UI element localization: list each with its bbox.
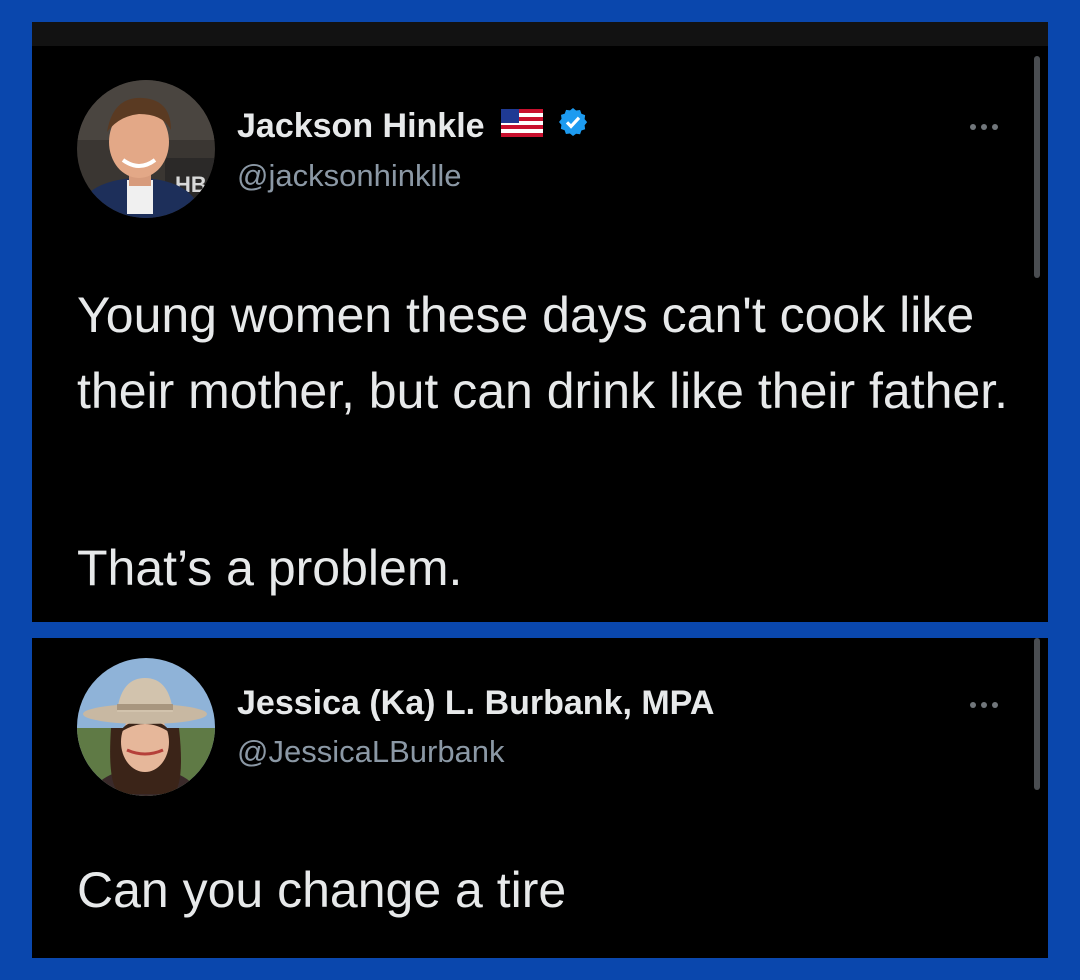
more-options-icon[interactable]	[970, 702, 998, 708]
author-name-text[interactable]: Jessica (Ka) L. Burbank, MPA	[237, 684, 714, 723]
author-name[interactable]: Jessica (Ka) L. Burbank, MPA	[237, 684, 714, 723]
avatar[interactable]: HB	[77, 80, 215, 218]
more-dot	[992, 124, 998, 130]
more-dot	[970, 124, 976, 130]
tweet-text: Can you change a tire	[77, 862, 567, 918]
scrollbar[interactable]	[1034, 638, 1040, 790]
more-options-icon[interactable]	[970, 124, 998, 130]
tweet-card[interactable]: Jessica (Ka) L. Burbank, MPA @JessicaLBu…	[32, 638, 1048, 958]
tweet-card[interactable]: HB Jackson Hinkle @jacksonhinklle Young …	[32, 22, 1048, 622]
author-name[interactable]: Jackson Hinkle	[237, 106, 589, 147]
tweet-text: Young women these days can't cook like t…	[77, 287, 1009, 419]
verified-badge-icon	[557, 106, 589, 147]
author-handle[interactable]: @jacksonhinklle	[237, 158, 461, 194]
more-dot	[981, 702, 987, 708]
author-name-text[interactable]: Jackson Hinkle	[237, 107, 485, 146]
more-dot	[970, 702, 976, 708]
screenshot-frame: HB Jackson Hinkle @jacksonhinklle Young …	[0, 0, 1080, 980]
top-bar	[32, 22, 1048, 46]
us-flag-icon	[500, 107, 543, 146]
scrollbar[interactable]	[1034, 56, 1040, 278]
more-dot	[981, 124, 987, 130]
author-handle[interactable]: @JessicaLBurbank	[237, 734, 505, 770]
tweet-text: That’s a problem.	[77, 540, 463, 596]
more-dot	[992, 702, 998, 708]
avatar[interactable]	[77, 658, 215, 796]
